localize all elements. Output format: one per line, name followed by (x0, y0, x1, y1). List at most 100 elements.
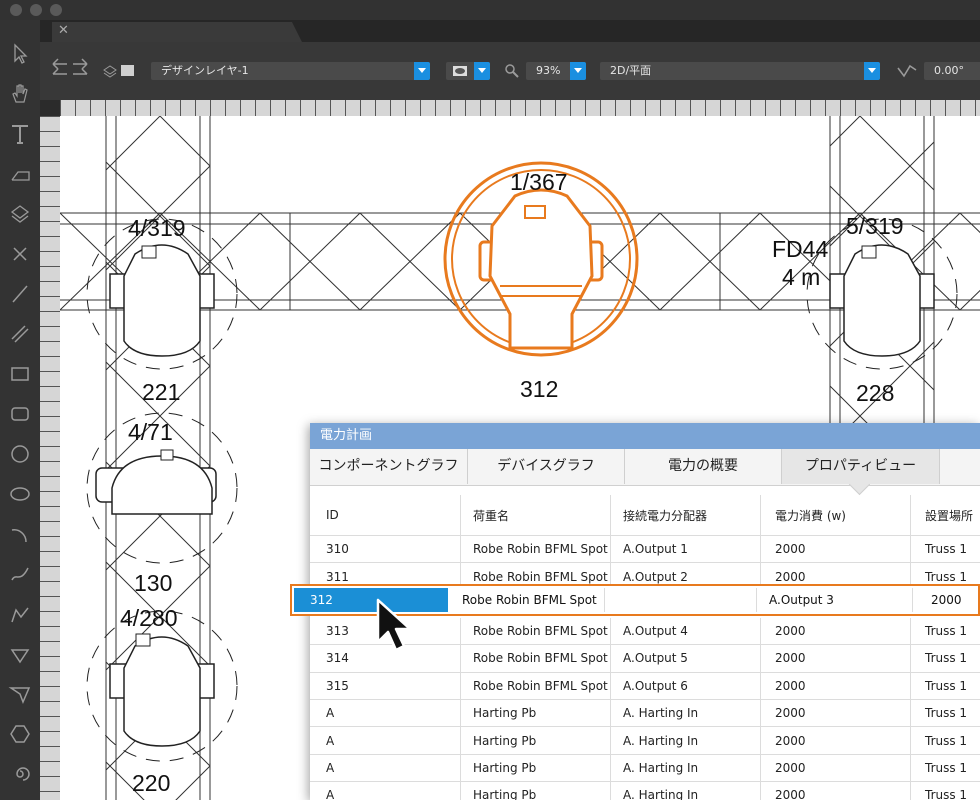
rotate-plan-icon[interactable] (896, 62, 918, 80)
view-mode-value: 2D/平面 (610, 64, 652, 77)
table-cell: Harting Pb (460, 782, 610, 800)
line-tool-icon[interactable] (8, 282, 32, 306)
vertical-ruler[interactable] (40, 116, 60, 800)
selected-power[interactable]: 2000 (912, 588, 978, 612)
document-tab[interactable]: ✕ (52, 22, 302, 42)
circle-tool-icon[interactable] (8, 442, 32, 466)
fixture-label: 4/319 (128, 215, 186, 241)
table-cell: 310 (326, 542, 349, 557)
double-line-tool-icon[interactable] (8, 322, 32, 346)
table-cell: A. Harting In (610, 782, 760, 800)
rotation-field[interactable]: 0.00° (924, 62, 980, 80)
freehand-tool-icon[interactable] (8, 562, 32, 586)
table-cell: Truss 1 (910, 672, 980, 699)
locus-tool-icon[interactable] (8, 242, 32, 266)
oval-tool-icon[interactable] (8, 482, 32, 506)
selected-distributor[interactable] (604, 588, 756, 612)
table-cell: 2000 (760, 645, 910, 672)
visibility-select[interactable] (446, 62, 490, 80)
window-close-button[interactable] (10, 4, 22, 16)
selected-id-cell[interactable]: 312 (294, 588, 448, 612)
table-header-row: ID 荷重名 接続電力分配器 電力消費 (w) 設置場所 (310, 495, 980, 536)
table-cell: A.Output 5 (610, 645, 760, 672)
table-row[interactable]: A Harting Pb A. Harting In 2000 Truss 1 (310, 754, 980, 783)
polygon-tool-icon[interactable] (8, 642, 32, 666)
table-row[interactable]: A Harting Pb A. Harting In 2000 Truss 1 (310, 727, 980, 755)
attribute-tool-icon[interactable] (8, 202, 32, 226)
tab-component-graph[interactable]: コンポーネントグラフ (310, 449, 468, 484)
truss-length: 4 m (782, 264, 821, 290)
selected-output[interactable]: A.Output 3 (756, 588, 912, 612)
layer-select-value: デザインレイヤ-1 (161, 64, 249, 77)
tool-palette (0, 20, 40, 800)
chevron-down-icon[interactable] (414, 62, 430, 80)
table-cell: Robe Robin BFML Spot (460, 672, 610, 699)
text-tool-icon[interactable] (8, 122, 32, 146)
column-header[interactable]: 荷重名 (460, 495, 610, 535)
fixture-label: 5/319 (846, 213, 904, 239)
table-cell: A. Harting In (610, 699, 760, 727)
selection-arrow-icon[interactable] (8, 42, 32, 66)
chevron-down-icon[interactable] (474, 62, 490, 80)
fixture-number: 312 (520, 376, 559, 402)
document-tabstrip: ✕ (40, 20, 980, 42)
table-row[interactable]: A Harting Pb A. Harting In 2000 Truss 1 (310, 782, 980, 800)
table-cell: Truss 1 (910, 699, 980, 727)
tab-property-view[interactable]: プロパティビュー (782, 449, 940, 484)
table-cell: Harting Pb (460, 754, 610, 782)
table-cell: A.Output 1 (610, 536, 760, 563)
column-header[interactable]: ID (310, 495, 460, 535)
rotation-value: 0.00° (934, 64, 964, 77)
panel-title: 電力計画 (310, 423, 980, 449)
table-cell: 2000 (760, 727, 910, 754)
rounded-rectangle-tool-icon[interactable] (8, 402, 32, 426)
table-cell: Harting Pb (460, 699, 610, 727)
spiral-tool-icon[interactable] (8, 762, 32, 786)
chevron-down-icon[interactable] (864, 62, 880, 80)
table-cell: Truss 1 (910, 617, 980, 645)
hexagon-tool-icon[interactable] (8, 722, 32, 746)
window-minimize-button[interactable] (30, 4, 42, 16)
table-cell: 2000 (760, 699, 910, 727)
table-cell: A (326, 706, 335, 721)
fixture-number: 220 (132, 770, 171, 796)
zoom-magnifier-icon[interactable] (505, 64, 519, 78)
arc-tool-icon[interactable] (8, 522, 32, 546)
view-mode-select[interactable]: 2D/平面 (600, 62, 880, 80)
polyline-tool-icon[interactable] (8, 602, 32, 626)
truss-label: FD44 (772, 236, 829, 262)
table-cell: Truss 1 (910, 782, 980, 800)
column-header[interactable]: 電力消費 (w) (760, 495, 910, 535)
layers-icon[interactable] (102, 62, 136, 78)
tab-device-graph[interactable]: デバイスグラフ (468, 449, 625, 484)
zoom-select[interactable]: 93% (526, 62, 586, 80)
tab-power-summary[interactable]: 電力の概要 (625, 449, 782, 484)
table-row[interactable]: 310 Robe Robin BFML Spot A.Output 1 2000 Tru… (310, 536, 980, 564)
column-header[interactable]: 接続電力分配器 (610, 495, 760, 535)
table-cell: 2000 (760, 782, 910, 800)
table-cell: A (326, 733, 335, 748)
zoom-select-value: 93% (536, 64, 561, 77)
table-cell: Truss 1 (910, 536, 980, 563)
chevron-down-icon[interactable] (570, 62, 586, 80)
rectangle-tool-icon[interactable] (8, 362, 32, 386)
close-tab-icon[interactable]: ✕ (58, 23, 69, 38)
table-cell: Robe Robin BFML Spot (460, 617, 610, 645)
back-forward-arrows-icon[interactable] (50, 56, 90, 80)
selected-load-name[interactable]: Robe Robin BFML Spot (450, 588, 604, 612)
horizontal-ruler[interactable] (60, 100, 980, 116)
table-cell: Robe Robin BFML Spot (460, 536, 610, 563)
layer-select[interactable]: デザインレイヤ-1 (151, 62, 430, 80)
table-row[interactable]: A Harting Pb A. Harting In 2000 Truss 1 (310, 699, 980, 728)
column-header[interactable]: 設置場所 (910, 495, 980, 535)
pan-hand-icon[interactable] (8, 82, 32, 106)
regular-polygon-tool-icon[interactable] (8, 682, 32, 706)
table-cell: Harting Pb (460, 727, 610, 754)
window-zoom-button[interactable] (50, 4, 62, 16)
callout-tool-icon[interactable] (8, 162, 32, 186)
table-cell: Truss 1 (910, 727, 980, 754)
table-row[interactable]: 315 Robe Robin BFML Spot A.Output 6 2000 Tru… (310, 672, 980, 700)
table-cell: Robe Robin BFML Spot (460, 645, 610, 672)
table-cell: Truss 1 (910, 645, 980, 672)
fixture-label: 1/367 (510, 169, 568, 195)
